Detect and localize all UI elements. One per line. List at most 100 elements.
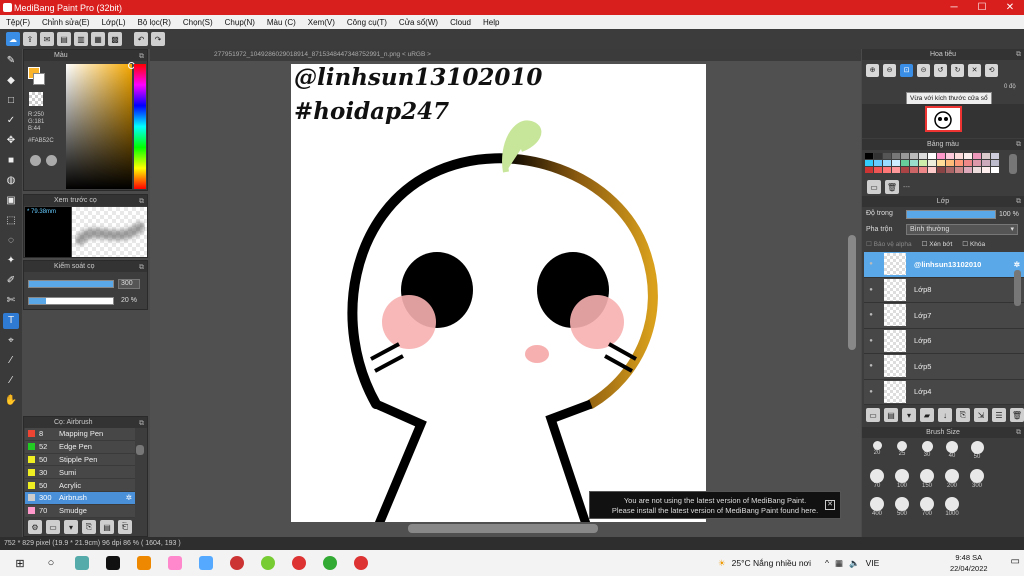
menu-view[interactable]: Xem(V)	[302, 18, 341, 27]
color-wheel-icon[interactable]	[30, 155, 41, 166]
brush-size-option[interactable]: 70	[866, 469, 888, 493]
lasso-icon[interactable]: ◌	[3, 233, 19, 249]
grid-icon[interactable]: ▩	[108, 32, 122, 46]
eye-icon[interactable]: ●	[864, 312, 878, 318]
menu-snap[interactable]: Chụp(N)	[219, 18, 261, 27]
brush-tool-icon[interactable]: ✎	[3, 53, 19, 69]
brush-add-icon[interactable]: ⚙	[28, 520, 42, 534]
panel-popout-icon[interactable]: ⧉	[139, 196, 144, 207]
menu-help[interactable]: Help	[477, 18, 505, 27]
menu-color[interactable]: Màu (C)	[261, 18, 302, 27]
hue-slider[interactable]	[134, 64, 146, 189]
zoom-out-icon[interactable]: ⊖	[883, 64, 896, 77]
panel-popout-icon[interactable]: ⧉	[1016, 49, 1021, 60]
palette-swatch[interactable]	[982, 160, 990, 166]
redo-icon[interactable]: ↷	[151, 32, 165, 46]
canvas-area[interactable]: 277951972_1049286029018914_8715348447348…	[150, 49, 861, 537]
weather-icon[interactable]: ☀	[718, 558, 726, 569]
close-button[interactable]: ✕	[996, 0, 1024, 15]
layer-row[interactable]: ● Lớp7	[864, 303, 1024, 329]
gear-icon[interactable]: ✲	[1014, 260, 1020, 269]
layer-row[interactable]: ● Lớp6	[864, 328, 1024, 354]
palette-swatch[interactable]	[874, 160, 882, 166]
palette-swatch[interactable]	[982, 167, 990, 173]
page-manager-icon[interactable]: ▦	[91, 32, 105, 46]
taskbar-app-icon[interactable]	[194, 553, 218, 573]
panel-popout-icon[interactable]: ⧉	[1016, 427, 1021, 438]
taskbar-app-icon[interactable]	[132, 553, 156, 573]
duplicate-layer-icon[interactable]: ⎘	[956, 408, 970, 422]
close-icon[interactable]: ✕	[825, 500, 835, 510]
palette-swatch[interactable]	[928, 160, 936, 166]
horizontal-scrollbar[interactable]	[408, 524, 598, 533]
palette-swatch[interactable]	[901, 153, 909, 159]
palette-swatch[interactable]	[892, 167, 900, 173]
panel-popout-icon[interactable]: ⧉	[139, 418, 144, 429]
page-icon[interactable]: ▤	[57, 32, 71, 46]
brush-item[interactable]: 8 Mapping Pen	[25, 428, 135, 441]
panel-popout-icon[interactable]: ⧉	[1016, 139, 1021, 150]
select-icon[interactable]: ⬚	[3, 213, 19, 229]
merge-layer-icon[interactable]: ⇲	[974, 408, 988, 422]
palette-swatch[interactable]	[955, 167, 963, 173]
palette-swatch[interactable]	[991, 167, 999, 173]
palette-swatch[interactable]	[955, 153, 963, 159]
menu-tools[interactable]: Công cụ(T)	[341, 18, 393, 27]
taskbar-app-icon[interactable]	[101, 553, 125, 573]
volume-icon[interactable]: 🔈	[849, 558, 860, 569]
clipping-checkbox[interactable]: ☐ Xén bớt	[922, 240, 953, 248]
fill-rect-icon[interactable]: ■	[3, 153, 19, 169]
brush-size-option[interactable]: 1000	[941, 497, 963, 521]
menu-layer[interactable]: Lớp(L)	[96, 18, 132, 27]
palette-swatch[interactable]	[982, 153, 990, 159]
brush-size-option[interactable]: 100	[891, 469, 913, 493]
menu-cloud[interactable]: Cloud	[444, 18, 477, 27]
color-set-icon[interactable]	[46, 155, 57, 166]
undo-icon[interactable]: ↶	[134, 32, 148, 46]
tray-chevron-icon[interactable]: ^	[825, 558, 829, 568]
brush-delete-icon[interactable]: ⎗	[118, 520, 132, 534]
palette-swatch[interactable]	[919, 160, 927, 166]
minimize-button[interactable]: ─	[940, 0, 968, 15]
weather-text[interactable]: 25°C Nắng nhiều nơi	[732, 558, 811, 568]
folder-icon[interactable]: ▰	[920, 408, 934, 422]
taskbar-app-icon[interactable]	[70, 553, 94, 573]
layer-menu-icon[interactable]: ▾	[902, 408, 916, 422]
color-palette-grid[interactable]	[865, 153, 1024, 173]
palette-swatch[interactable]	[919, 167, 927, 173]
taskbar-app-icon[interactable]	[163, 553, 187, 573]
brush-folder-icon[interactable]: ▭	[46, 520, 60, 534]
palette-swatch[interactable]	[874, 153, 882, 159]
brush-size-option[interactable]: 400	[866, 497, 888, 521]
palette-swatch[interactable]	[955, 160, 963, 166]
brush-item[interactable]: 50 Stipple Pen	[25, 453, 135, 467]
menu-file[interactable]: Tệp(F)	[0, 18, 36, 27]
palette-swatch[interactable]	[928, 167, 936, 173]
menu-edit[interactable]: Chỉnh sửa(E)	[36, 18, 96, 27]
eye-icon[interactable]: ●	[864, 338, 878, 344]
brush-menu-icon[interactable]: ▾	[64, 520, 78, 534]
operation-icon[interactable]: ⌖	[3, 333, 19, 349]
protect-alpha-checkbox[interactable]: ☐ Bảo vệ alpha	[866, 240, 912, 248]
vertical-scrollbar[interactable]	[848, 235, 856, 350]
menu-window[interactable]: Cửa sổ(W)	[393, 18, 444, 27]
palette-swatch[interactable]	[946, 160, 954, 166]
document-tab[interactable]: 277951972_1049286029018914_8715348447348…	[150, 49, 861, 61]
menu-filter[interactable]: Bộ lọc(R)	[132, 18, 177, 27]
layer-row[interactable]: ● Lớp4	[864, 379, 1024, 405]
navigator-viewport[interactable]	[925, 106, 962, 132]
fit-window-icon[interactable]: ⊡	[900, 64, 913, 77]
brush-opacity-slider[interactable]	[28, 297, 114, 305]
palette-swatch[interactable]	[973, 167, 981, 173]
move-down-icon[interactable]: ↓	[938, 408, 952, 422]
brush-item[interactable]: 300 Airbrush ✲	[25, 491, 135, 505]
new-layer-icon[interactable]: ▭	[866, 408, 880, 422]
panel-popout-icon[interactable]: ⧉	[1016, 196, 1021, 207]
move-tool-icon[interactable]: ✥	[3, 133, 19, 149]
brush-list-scrollbar[interactable]	[136, 445, 144, 455]
palette-swatch[interactable]	[946, 167, 954, 173]
palette-swatch[interactable]	[901, 160, 909, 166]
magic-wand-icon[interactable]: ✦	[3, 253, 19, 269]
gear-icon[interactable]: ✲	[126, 493, 132, 502]
select-eraser-icon[interactable]: ✄	[3, 293, 19, 309]
